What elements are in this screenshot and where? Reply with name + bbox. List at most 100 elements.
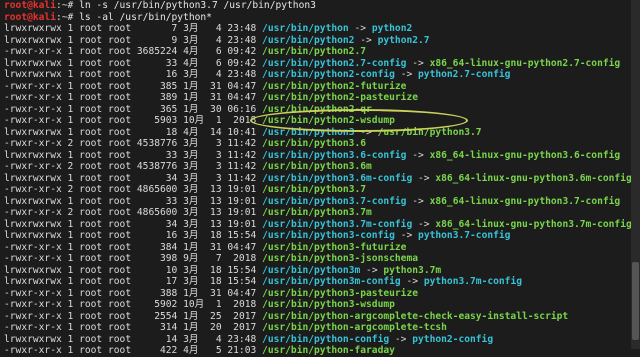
time: 2018 [233, 299, 257, 310]
month: 3月 [183, 184, 199, 195]
group: root [108, 23, 132, 34]
owner: root [79, 287, 103, 299]
file-size: 16 [165, 69, 178, 80]
listing-row: -rwxr-xr-x 1 root root 314 1月 20 2017 /u… [4, 322, 630, 334]
owner: root [79, 46, 103, 57]
time: 15:54 [227, 230, 257, 241]
file-size: 4865600 [136, 207, 178, 218]
symlink-target: x86_64-linux-gnu-python3.7-config [429, 195, 621, 207]
month: 3月 [183, 333, 199, 345]
day: 18 [210, 264, 222, 276]
symlink-arrow: -> [412, 149, 424, 161]
time: 11:42 [227, 138, 257, 149]
time: 23:48 [227, 23, 257, 34]
month: 1月 [183, 103, 199, 115]
file-name: /usr/bin/python3.6-config [262, 149, 407, 161]
terminal-window[interactable]: root@kali:~# ln -s /usr/bin/python3.7 /u… [0, 0, 640, 356]
scrollbar-thumb[interactable] [632, 262, 639, 340]
file-name: /usr/bin/python3-pasteurize [262, 287, 419, 299]
owner: root [79, 172, 103, 184]
time: 04:47 [227, 287, 257, 299]
time: 2017 [233, 310, 257, 322]
time: 21:03 [227, 345, 257, 356]
link-count: 1 [67, 322, 74, 333]
day: 4 [215, 23, 222, 34]
owner: root [79, 92, 103, 103]
symlink-arrow: -> [366, 264, 378, 276]
terminal-output: root@kali:~# ln -s /usr/bin/python3.7 /u… [4, 0, 632, 357]
file-name: /usr/bin/python2-futurize [262, 80, 407, 92]
link-count: 1 [67, 333, 74, 345]
day: 4 [215, 34, 222, 46]
listing-row: lrwxrwxrwx 1 root root 34 3月 13 19:01 /u… [4, 218, 632, 231]
group: root [108, 34, 132, 46]
symlink-arrow: -> [412, 57, 424, 69]
file-size: 3685224 [136, 46, 178, 57]
owner: root [79, 69, 103, 80]
link-count: 2 [67, 138, 74, 149]
permissions: -rwxr-xr-x [4, 322, 62, 333]
symlink-target: python2-config [412, 333, 494, 345]
link-count: 1 [67, 69, 74, 80]
file-name: /usr/bin/python3.7m-config [262, 218, 413, 230]
link-count: 1 [67, 345, 74, 356]
month: 3月 [183, 149, 199, 161]
symlink-target: python3.7m [383, 264, 442, 276]
prompt-user: root@kali [4, 11, 56, 23]
group: root [108, 126, 132, 138]
file-size: 33 [165, 195, 178, 207]
file-size: 5902 [154, 299, 178, 310]
file-size: 9 [171, 34, 178, 46]
file-name: /usr/bin/python3m [262, 264, 361, 276]
owner: root [79, 34, 103, 46]
file-size: 2554 [154, 310, 178, 322]
file-name: /usr/bin/python-faraday [262, 345, 395, 356]
listing-row: -rwxr-xr-x 2 root root 4538776 3月 3 11:4… [4, 161, 630, 173]
month: 4月 [183, 57, 199, 69]
symlink-target: python2.7 [377, 34, 430, 46]
listing-row: lrwxrwxrwx 1 root root 33 3月 3 11:42 /us… [4, 150, 630, 162]
scrollbar[interactable] [631, 0, 640, 349]
listing-row: lrwxrwxrwx 1 root root 33 3月 13 19:01 /u… [4, 196, 630, 208]
month: 3月 [183, 195, 199, 207]
file-name: /usr/bin/python2.7-config [262, 57, 407, 69]
link-count: 2 [67, 161, 74, 172]
link-count: 1 [67, 103, 74, 115]
time: 11:42 [227, 149, 257, 161]
file-size: 17 [165, 276, 178, 287]
owner: root [79, 345, 103, 356]
symlink-arrow: -> [360, 34, 372, 46]
owner: root [79, 310, 103, 322]
owner: root [79, 103, 103, 115]
group: root [108, 218, 132, 230]
link-count: 1 [67, 264, 74, 276]
listing-row: -rwxr-xr-x 1 root root 365 1月 30 06:16 /… [4, 104, 630, 116]
time: 04:47 [227, 241, 257, 253]
file-size: 16 [165, 230, 178, 241]
symlink-target: x86_64-linux-gnu-python3.6-config [429, 149, 621, 161]
symlink-target: x86_64-linux-gnu-python3.6m-config [435, 172, 632, 184]
link-count: 1 [67, 287, 74, 299]
month: 1月 [183, 241, 199, 253]
link-count: 1 [67, 310, 74, 322]
time: 2017 [233, 322, 257, 333]
permissions: -rwxr-xr-x [4, 253, 62, 264]
day: 4 [215, 333, 222, 345]
time: 2018 [233, 115, 257, 126]
owner: root [79, 161, 103, 172]
listing-row: -rwxr-xr-x 2 root root 4865600 3月 13 19:… [4, 184, 630, 196]
group: root [108, 103, 132, 115]
file-name: /usr/bin/python3.6 [262, 138, 367, 149]
group: root [108, 207, 132, 218]
link-count: 1 [67, 230, 74, 241]
listing-row: lrwxrwxrwx 1 root root 16 3月 4 23:48 /us… [4, 69, 630, 81]
group: root [108, 149, 132, 161]
file-name: /usr/bin/python3-wsdump [262, 299, 395, 310]
month: 4月 [183, 345, 199, 356]
command-text: ls -al /usr/bin/python* [79, 11, 212, 23]
owner: root [79, 253, 103, 264]
time: 11:42 [227, 161, 257, 172]
group: root [108, 253, 132, 264]
time: 06:16 [227, 103, 257, 115]
time: 11:42 [227, 172, 257, 184]
